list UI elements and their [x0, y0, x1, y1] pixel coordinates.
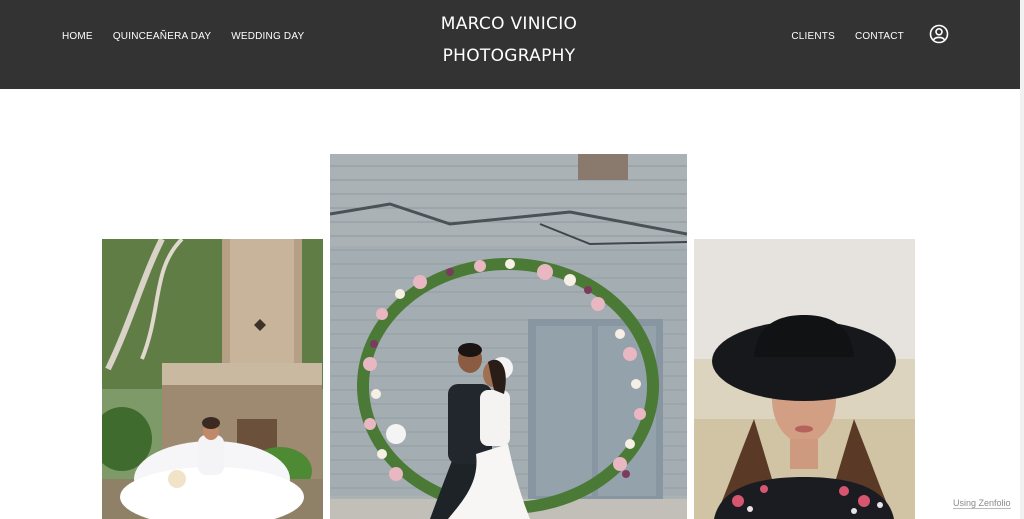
- gallery-photo-portrait[interactable]: [694, 239, 915, 519]
- gallery-photo-wedding[interactable]: [330, 154, 687, 519]
- secondary-nav: CLIENTS CONTACT: [791, 31, 904, 42]
- site-header: HOME QUINCEAÑERA DAY WEDDING DAY MARCO V…: [0, 0, 1024, 89]
- nav-contact[interactable]: CONTACT: [855, 31, 904, 42]
- scrollbar-track[interactable]: [1020, 0, 1024, 519]
- brand-tagline: PHOTOGRAPHY: [442, 46, 576, 66]
- zenfolio-credit-link[interactable]: Using Zenfolio: [953, 498, 1011, 509]
- gallery-photo-quinceanera[interactable]: [102, 239, 323, 519]
- nav-clients[interactable]: CLIENTS: [791, 31, 835, 42]
- user-circle-icon[interactable]: [929, 24, 949, 44]
